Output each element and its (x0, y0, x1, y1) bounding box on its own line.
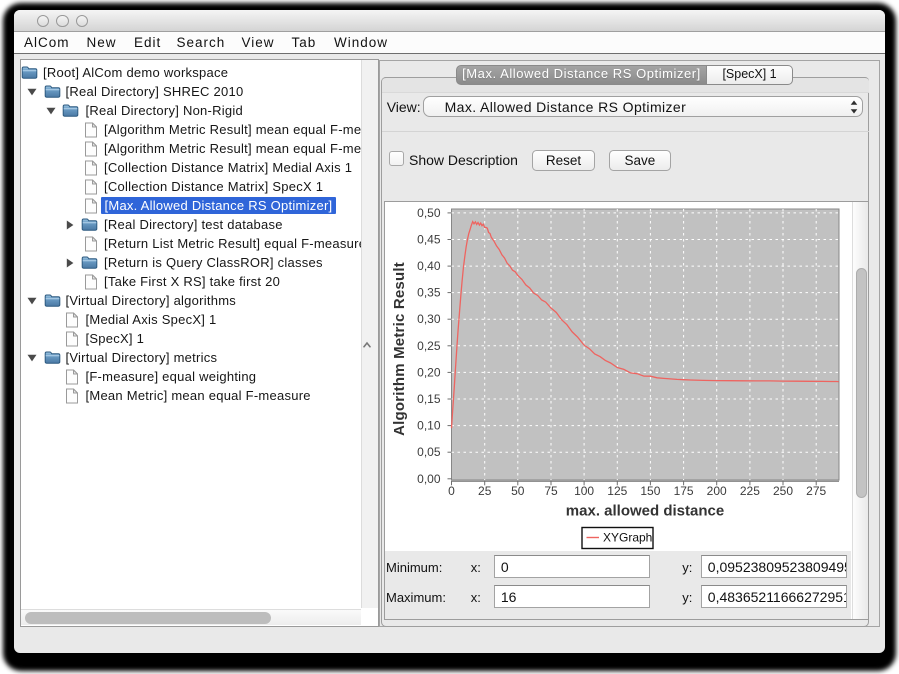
svg-text:125: 125 (607, 484, 627, 498)
svg-text:175: 175 (674, 484, 694, 498)
svg-text:0,40: 0,40 (417, 259, 441, 273)
svg-text:275: 275 (806, 484, 826, 498)
svg-text:250: 250 (773, 484, 793, 498)
svg-text:max. allowed distance: max. allowed distance (566, 503, 724, 520)
svg-text:200: 200 (707, 484, 727, 498)
svg-text:0,30: 0,30 (417, 312, 441, 326)
svg-text:25: 25 (478, 484, 492, 498)
svg-text:0,15: 0,15 (417, 392, 441, 406)
svg-text:0,20: 0,20 (417, 365, 441, 379)
svg-text:0,25: 0,25 (417, 339, 441, 353)
svg-text:150: 150 (640, 484, 660, 498)
svg-text:0: 0 (448, 484, 455, 498)
svg-text:XYGraph: XYGraph (603, 531, 652, 545)
svg-text:Algorithm Metric Result: Algorithm Metric Result (391, 262, 408, 436)
svg-text:75: 75 (544, 484, 558, 498)
svg-text:0,05: 0,05 (417, 445, 441, 459)
svg-text:0,50: 0,50 (417, 206, 441, 220)
svg-text:100: 100 (574, 484, 594, 498)
svg-text:50: 50 (511, 484, 525, 498)
svg-text:0,35: 0,35 (417, 286, 441, 300)
svg-text:225: 225 (740, 484, 760, 498)
svg-text:0,00: 0,00 (417, 472, 441, 486)
svg-text:0,45: 0,45 (417, 233, 441, 247)
svg-text:0,10: 0,10 (417, 419, 441, 433)
